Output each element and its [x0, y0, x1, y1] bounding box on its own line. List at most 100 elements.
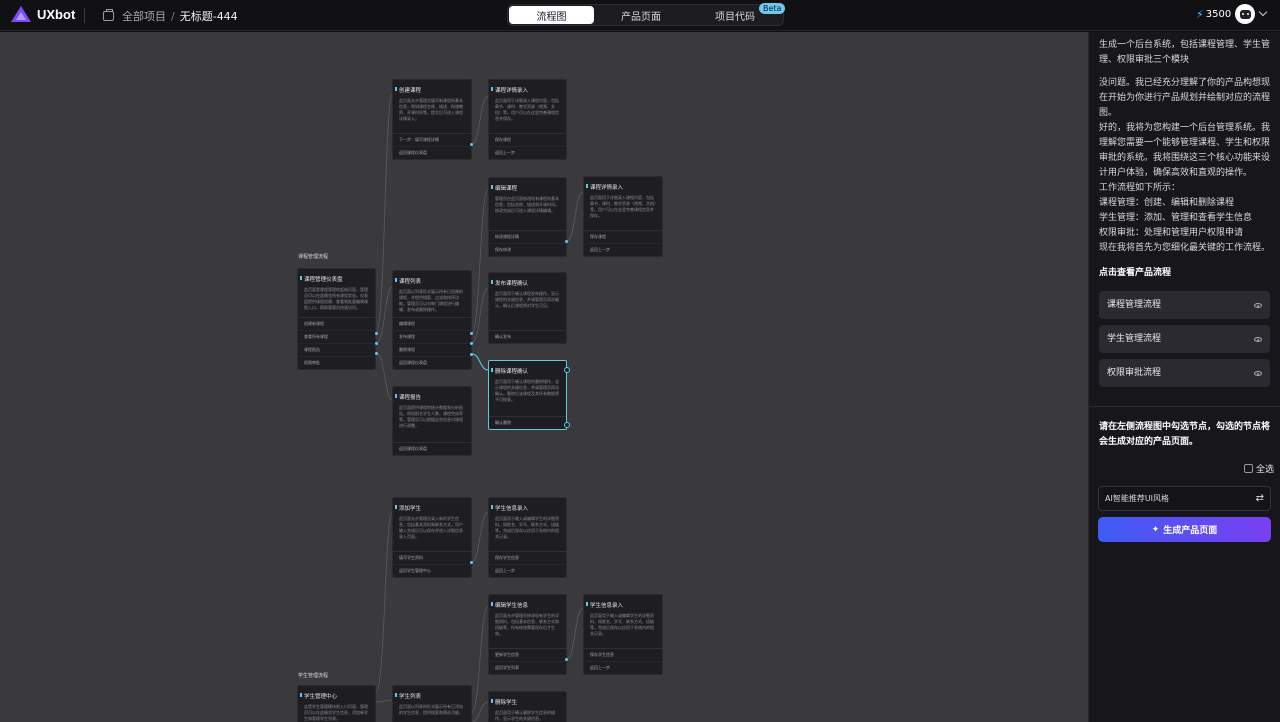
generate-hint: 请在左侧流程图中勾选节点，勾选的节点将会生成对应的产品页面。 — [1099, 422, 1271, 447]
node-port[interactable] — [470, 561, 473, 564]
select-all-checkbox[interactable]: 全选 — [1244, 462, 1274, 475]
flow-node-delete-student[interactable]: 删除学生 此页面用于确认删除学生信息的操作，显示学生的关键信息。 — [488, 691, 567, 722]
flow-node-publish-confirm[interactable]: 发布课程确认 此页面用于确认课程发布操作，显示课程的关键信息，并请管理员再次确认… — [488, 272, 567, 344]
node-action[interactable]: 创建新课程 — [298, 318, 375, 331]
assistant-line: 好的，我将为您构建一个后台管理系统。我理解您需要一个能够管理课程、学生和权限审批… — [1099, 123, 1271, 178]
logo[interactable]: UXbot — [10, 5, 75, 23]
eye-icon[interactable] — [1254, 336, 1262, 342]
flow-node-course-dashboard[interactable]: 课程管理仪表盘 此页面是课程管理的起始页面，管理员可以在此概览所有课程状态。仪表… — [297, 268, 376, 370]
folder-icon — [103, 9, 114, 21]
node-action[interactable]: 返回上一步 — [584, 244, 662, 256]
node-action[interactable]: 确认发布 — [489, 331, 566, 343]
node-action[interactable]: 保存学生信息 — [584, 649, 662, 662]
node-action[interactable]: 下一步：填写课程详情 — [393, 134, 471, 147]
node-action[interactable]: 删除课程 — [393, 344, 471, 357]
robot-icon — [1239, 9, 1251, 19]
divider — [84, 8, 85, 23]
tab-product-pages[interactable]: 产品页面 — [594, 6, 688, 24]
node-port[interactable] — [375, 332, 378, 335]
node-action[interactable]: 保存课程 — [584, 231, 662, 244]
node-action[interactable]: 返回学生管理中心 — [393, 565, 471, 577]
avatar[interactable] — [1235, 4, 1255, 24]
credits[interactable]: ⚡ 3500 — [1196, 8, 1231, 21]
flow-node-student-info-2[interactable]: 学生信息录入 此页面用于输入或编辑学生的详细资料，如姓名、学号、联系方式、班级等… — [583, 594, 663, 675]
node-action[interactable]: 发布课程 — [393, 331, 471, 344]
flow-node-student-list[interactable]: 学生列表 此页面以列表的形式展示所有已添加的学生信息，提供搜索和筛选功能。 — [392, 685, 472, 722]
node-action[interactable]: 返回上一步 — [584, 662, 662, 674]
flow-node-course-list[interactable]: 课程列表 此页面以列表形式展示所有已创建的课程，并提供搜索、过滤和排序功能。管理… — [392, 270, 472, 370]
node-action[interactable]: 返回上一步 — [489, 565, 566, 577]
generate-pages-button[interactable]: ✦ 生成产品页面 — [1098, 517, 1271, 542]
top-bar: UXbot 全部项目 / 无标题-444 流程图 产品页面 项目代码 Beta … — [0, 0, 1280, 31]
node-action[interactable]: 保存课程 — [489, 134, 566, 147]
flow-node-course-report[interactable]: 课程报告 此页面提供课程的统计数据和分析报告，例如报名学生人数、课程完成率等。管… — [392, 386, 472, 456]
node-desc: 此页面用于输入或编辑学生的详细资料，如姓名、学号、联系方式、班级等。完成后保存以… — [590, 613, 654, 636]
swap-icon[interactable]: ⇄ — [1256, 493, 1264, 504]
node-action[interactable]: 返回课程仪表盘 — [393, 147, 471, 159]
ui-style-selector[interactable]: AI智能推荐UI风格 ⇄ — [1098, 486, 1271, 511]
breadcrumb-root[interactable]: 全部项目 — [122, 8, 166, 24]
breadcrumb-current[interactable]: 无标题-444 — [180, 8, 238, 24]
flow-node-course-detail[interactable]: 课程详情录入 此页面用于详细录入课程内容，包括章节、课时、教学资源（视频、文档）… — [488, 79, 567, 160]
node-port[interactable] — [375, 342, 378, 345]
node-title: 课程详情录入 — [491, 86, 566, 94]
node-port[interactable] — [375, 352, 378, 355]
node-action[interactable]: 编辑课程 — [393, 318, 471, 331]
node-desc: 管理员在此页面修改现有课程的基本信息，包括名称、描述和开课时间。修改完成后可进入… — [495, 196, 559, 213]
node-desc: 此页面用于详细录入课程内容，包括章节、课时、教学资源（视频、文档）等。用户可以在… — [495, 98, 559, 121]
node-action[interactable]: 修改课程详情 — [489, 231, 566, 244]
node-action[interactable]: 返回上一步 — [489, 147, 566, 159]
flow-button-course[interactable]: 课程管理流程 — [1099, 291, 1270, 319]
node-action[interactable]: 填写学生资料 — [393, 552, 471, 565]
eye-icon[interactable] — [1254, 370, 1262, 376]
node-port[interactable] — [470, 143, 473, 146]
node-action[interactable]: 保存修改 — [489, 244, 566, 256]
flow-node-student-info[interactable]: 学生信息录入 此页面用于输入或编辑学生的详细资料，如姓名、学号、联系方式、班级等… — [488, 497, 567, 578]
divider — [1089, 406, 1280, 407]
node-action[interactable]: 返回课程仪表盘 — [393, 443, 471, 455]
flow-node-course-detail-2[interactable]: 课程详情录入 此页面用于详细录入课程内容，包括章节、课时、教学资源（视频、文档）… — [583, 176, 663, 257]
node-port[interactable] — [470, 332, 473, 335]
credits-value: 3500 — [1205, 9, 1232, 20]
flows-title: 点击查看产品流程 — [1099, 268, 1172, 278]
beta-badge: Beta — [759, 3, 786, 14]
node-port[interactable] — [470, 342, 473, 345]
checkbox-icon[interactable] — [1244, 464, 1253, 473]
resize-handle[interactable] — [564, 422, 570, 428]
node-title: 编辑学生信息 — [491, 601, 566, 609]
flow-button-student[interactable]: 学生管理流程 — [1099, 325, 1270, 353]
flow-node-add-student[interactable]: 添加学生 此页面允许管理员录入新的学生信息，包括基本资料和联系方式。用户输入完成… — [392, 497, 472, 578]
lightning-icon: ⚡ — [1196, 8, 1204, 21]
node-action[interactable]: 查看所有课程 — [298, 331, 375, 344]
flowchart-canvas[interactable]: 课程管理流程 学生管理流程 课程管理仪表盘 此页面是课程管理的起始页面，管理员可… — [0, 32, 1088, 722]
node-action[interactable]: 课程报告 — [298, 344, 375, 357]
node-actions: 确认删除 — [489, 416, 566, 429]
flow-node-edit-course[interactable]: 编辑课程 管理员在此页面修改现有课程的基本信息，包括名称、描述和开课时间。修改完… — [488, 177, 567, 257]
node-action[interactable]: 保存学生信息 — [489, 552, 566, 565]
node-actions: 编辑课程 发布课程 删除课程 返回课程仪表盘 — [393, 317, 471, 369]
node-actions: 保存课程 返回上一步 — [489, 133, 566, 159]
node-action[interactable]: 返回学生列表 — [489, 662, 566, 674]
flow-button-label: 权限审批流程 — [1107, 367, 1162, 378]
node-desc: 此页面用于输入或编辑学生的详细资料，如姓名、学号、联系方式、班级等。完成后保存以… — [495, 516, 559, 539]
node-action[interactable]: 更新学生信息 — [489, 649, 566, 662]
node-port[interactable] — [565, 658, 568, 661]
node-desc: 此页面用于确认课程的删除操作，显示课程的关键信息，并请管理员再次确认。删除后该课… — [495, 379, 559, 402]
flow-button-permission[interactable]: 权限审批流程 — [1099, 359, 1270, 387]
chevron-down-icon[interactable] — [1258, 7, 1268, 17]
node-action[interactable]: 确认删除 — [489, 417, 566, 429]
node-action[interactable]: 返回课程仪表盘 — [393, 357, 471, 369]
node-port[interactable] — [470, 353, 473, 356]
ui-style-label: AI智能推荐UI风格 — [1105, 494, 1170, 503]
flow-node-edit-student[interactable]: 编辑学生信息 此页面允许管理员修改现有学生的详细资料，包括基本信息、联系方式和班… — [488, 594, 567, 675]
flow-node-student-center[interactable]: 学生管理中心 这是学生管理模块的入口页面，管理员可以在此概览学生信息，添加新学生… — [297, 685, 376, 722]
node-desc: 此页面以列表的形式展示所有已添加的学生信息，提供搜索和筛选功能。 — [399, 704, 463, 715]
node-title: 课程列表 — [395, 277, 471, 285]
resize-handle[interactable] — [564, 367, 570, 373]
tab-flowchart[interactable]: 流程图 — [509, 6, 594, 24]
flow-node-delete-confirm[interactable]: 删除课程确认 此页面用于确认课程的删除操作，显示课程的关键信息，并请管理员再次确… — [488, 360, 567, 430]
eye-icon[interactable] — [1254, 302, 1262, 308]
node-action[interactable]: 权限审批 — [298, 357, 375, 369]
node-port[interactable] — [565, 240, 568, 243]
flow-node-create-course[interactable]: 创建课程 此页面允许管理员填写新课程的基本信息，例如课程名称、描述、授课教师、开… — [392, 79, 472, 160]
